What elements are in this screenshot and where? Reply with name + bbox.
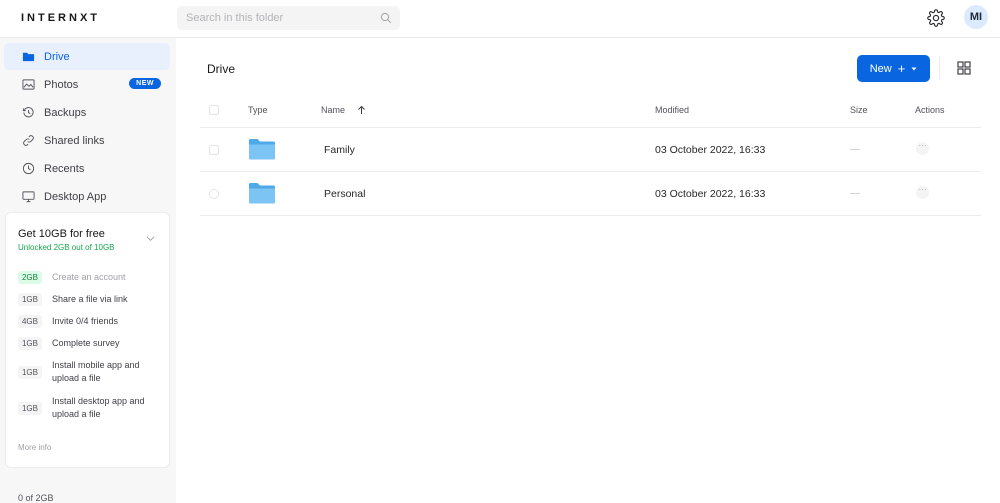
column-header-type[interactable]: Type [248, 105, 268, 115]
main-content: Drive New + Type Name Modified Size Acti… [176, 38, 1000, 503]
column-header-size[interactable]: Size [850, 105, 868, 115]
table-row[interactable]: Family 03 October 2022, 16:33 ··· [200, 128, 981, 172]
sidebar: Drive Photos NEW Backups Shared links Re… [0, 38, 176, 503]
sidebar-item-recents[interactable]: Recents [4, 155, 170, 182]
user-avatar[interactable]: MI [964, 5, 988, 29]
sidebar-item-drive[interactable]: Drive [4, 43, 170, 70]
new-button[interactable]: New + [857, 55, 930, 82]
column-header-name[interactable]: Name [321, 105, 345, 115]
toolbar-divider [939, 56, 940, 80]
folder-icon [249, 183, 275, 204]
promo-task: 2GB Create an account [18, 271, 162, 284]
task-label: Install desktop app and upload a file [52, 396, 145, 419]
chevron-down-icon[interactable] [145, 233, 156, 244]
history-icon [22, 107, 34, 118]
select-all-checkbox[interactable] [209, 105, 219, 115]
task-size-chip: 4GB [18, 315, 42, 328]
app-logo[interactable]: INTERNXT [21, 12, 100, 24]
plus-icon: + [897, 61, 906, 76]
storage-usage: 0 of 2GB [18, 493, 54, 503]
table-header: Type Name Modified Size Actions [200, 95, 981, 128]
column-header-modified[interactable]: Modified [655, 105, 689, 115]
table-row[interactable]: Personal 03 October 2022, 16:33 ··· [200, 172, 981, 216]
row-checkbox[interactable] [209, 145, 219, 155]
search-icon [380, 12, 392, 24]
desktop-icon [22, 191, 35, 203]
row-checkbox[interactable] [209, 189, 219, 199]
file-size [850, 193, 860, 194]
task-label: Create an account [52, 272, 126, 282]
more-actions-icon[interactable]: ··· [916, 186, 929, 199]
file-modified: 03 October 2022, 16:33 [655, 144, 766, 156]
task-size-chip: 1GB [18, 337, 42, 350]
grid-view-icon[interactable] [956, 60, 972, 76]
folder-icon [22, 52, 35, 62]
file-size [850, 149, 860, 150]
file-name[interactable]: Family [324, 144, 355, 156]
search-input[interactable]: Search in this folder [177, 6, 400, 30]
sidebar-item-label: Backups [44, 106, 87, 119]
more-info-link[interactable]: More info [18, 443, 51, 452]
sidebar-item-photos[interactable]: Photos NEW [4, 71, 170, 98]
task-size-chip: 1GB [18, 402, 42, 415]
task-size-chip: 2GB [18, 271, 42, 284]
task-size-chip: 1GB [18, 366, 42, 379]
sidebar-item-label: Drive [44, 50, 70, 63]
file-name[interactable]: Personal [324, 188, 365, 200]
clock-icon [22, 162, 35, 175]
promo-task[interactable]: 1GB Complete survey [18, 337, 162, 350]
folder-icon [249, 139, 275, 160]
sidebar-item-desktop-app[interactable]: Desktop App [4, 183, 170, 210]
file-modified: 03 October 2022, 16:33 [655, 188, 766, 200]
task-size-chip: 1GB [18, 293, 42, 306]
promo-title: Get 10GB for free [18, 228, 105, 240]
new-button-label: New [869, 62, 892, 75]
link-icon [23, 135, 34, 146]
sidebar-item-shared-links[interactable]: Shared links [4, 127, 170, 154]
free-storage-promo-card: Get 10GB for free Unlocked 2GB out of 10… [5, 212, 170, 468]
breadcrumb: Drive [207, 62, 236, 76]
promo-task[interactable]: 4GB Invite 0/4 friends [18, 315, 162, 328]
promo-task[interactable]: 1GB Install mobile app and upload a file [18, 359, 162, 385]
column-header-actions: Actions [915, 105, 945, 115]
task-label: Install mobile app and upload a file [52, 360, 140, 383]
promo-progress-text: Unlocked 2GB out of 10GB [18, 243, 115, 252]
sidebar-item-label: Desktop App [44, 190, 107, 203]
settings-gear-icon[interactable] [927, 9, 945, 27]
sort-ascending-icon[interactable] [357, 105, 366, 115]
sidebar-item-backups[interactable]: Backups [4, 99, 170, 126]
task-label: Share a file via link [52, 294, 128, 304]
new-badge: NEW [129, 78, 161, 89]
top-bar: INTERNXT Search in this folder MI [0, 0, 1000, 38]
task-label: Invite 0/4 friends [52, 316, 119, 326]
caret-down-icon [911, 67, 917, 70]
task-label: Complete survey [52, 338, 120, 348]
search-placeholder: Search in this folder [186, 12, 284, 24]
sidebar-item-label: Recents [44, 162, 85, 175]
photos-icon [22, 79, 35, 90]
promo-task[interactable]: 1GB Install desktop app and upload a fil… [18, 395, 162, 421]
more-actions-icon[interactable]: ··· [916, 142, 929, 155]
sidebar-item-label: Shared links [44, 134, 105, 147]
promo-task[interactable]: 1GB Share a file via link [18, 293, 162, 306]
